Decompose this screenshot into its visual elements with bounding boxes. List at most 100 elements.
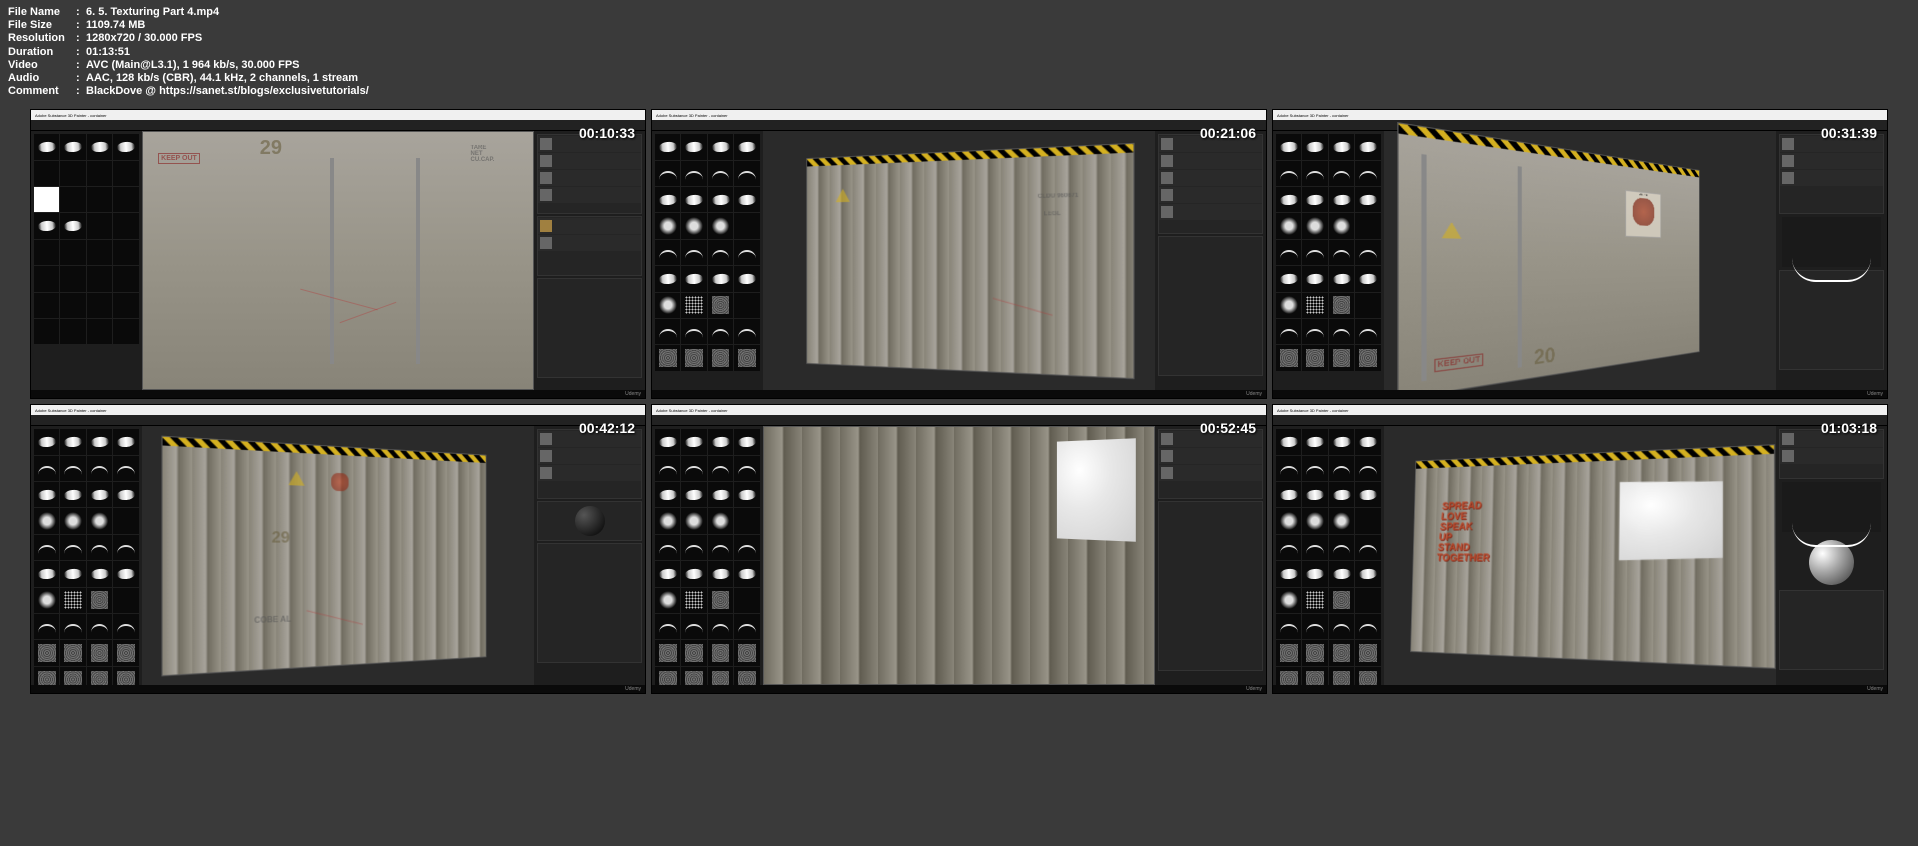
brush-icon — [87, 640, 112, 665]
brush-icon — [113, 482, 138, 507]
viewport: AREA 51 KEEP OUT 20 — [1384, 131, 1777, 390]
brush-icon — [734, 482, 759, 507]
brush-icon — [1276, 134, 1301, 159]
brush-icon — [113, 456, 138, 481]
brush-icon — [655, 535, 680, 560]
brush-icon — [655, 134, 680, 159]
thumbnail-4: Adobe Substance 3D Painter - container — [30, 404, 646, 694]
viewport: KEEP OUT 29 TARE NET CU.CAP. — [142, 131, 535, 390]
brush-icon — [655, 293, 680, 318]
brush-icon — [1302, 187, 1327, 212]
hazard-stripe — [1416, 445, 1774, 469]
graffiti-scratch — [300, 289, 378, 311]
brush-icon — [734, 266, 759, 291]
brush-icon — [681, 640, 706, 665]
brush-icon — [1302, 614, 1327, 639]
brush-icon — [1276, 456, 1301, 481]
brush-icon — [1329, 213, 1354, 238]
assets-panel — [31, 131, 142, 390]
brush-icon — [1355, 588, 1380, 613]
brush-icon — [60, 213, 85, 238]
brush-icon — [655, 187, 680, 212]
brush-icon — [734, 640, 759, 665]
brush-icon — [87, 535, 112, 560]
brush-icon — [1276, 482, 1301, 507]
warning-triangle-icon — [836, 188, 850, 202]
brush-icon — [734, 319, 759, 344]
brush-icon — [655, 561, 680, 586]
brush-icon — [655, 240, 680, 265]
brush-icon — [87, 266, 112, 291]
brush-icon — [87, 319, 112, 344]
watermark: Udemy — [625, 686, 641, 692]
brush-icon — [1355, 293, 1380, 318]
brush-icon — [34, 293, 59, 318]
flag-decal — [1619, 481, 1723, 560]
brush-icon — [34, 429, 59, 454]
hazard-stripe — [807, 144, 1133, 167]
brush-icon — [113, 161, 138, 186]
brush-icon — [34, 535, 59, 560]
decal-code: CLDU 960671 — [1038, 192, 1079, 199]
brush-icon — [1302, 134, 1327, 159]
properties-panel — [534, 131, 645, 390]
brush-icon — [1276, 213, 1301, 238]
watermark: Udemy — [1867, 686, 1883, 692]
brush-icon — [681, 614, 706, 639]
brush-icon — [1355, 482, 1380, 507]
brush-icon — [655, 161, 680, 186]
brush-icon — [1276, 187, 1301, 212]
hazard-stripe — [163, 436, 486, 462]
brush-icon — [34, 134, 59, 159]
brush-icon — [734, 161, 759, 186]
brush-icon — [708, 319, 733, 344]
brush-icon — [681, 187, 706, 212]
viewport: CLDU 960671 LEGL — [763, 131, 1156, 390]
brush-icon — [655, 319, 680, 344]
brush-icon — [1302, 535, 1327, 560]
decal-cobe: COBE AL — [254, 614, 291, 625]
thumbnail-6: Adobe Substance 3D Painter - container — [1272, 404, 1888, 694]
brush-icon — [87, 213, 112, 238]
flag-decal — [1057, 438, 1136, 542]
brush-icon — [87, 161, 112, 186]
app-title: Adobe Substance 3D Painter - container — [656, 113, 728, 118]
brush-icon — [1329, 482, 1354, 507]
brush-icon — [1355, 508, 1380, 533]
duration-value: 01:13:51 — [86, 46, 130, 59]
brush-icon — [34, 640, 59, 665]
brush-icon — [681, 482, 706, 507]
brush-icon — [87, 134, 112, 159]
warning-triangle-icon — [1442, 222, 1461, 239]
brush-icon — [1276, 588, 1301, 613]
brush-icon — [1302, 266, 1327, 291]
thumbnail-1: Adobe Substance 3D Painter - container — [30, 109, 646, 399]
brush-icon — [34, 161, 59, 186]
thumbnail-grid: Adobe Substance 3D Painter - container — [0, 104, 1918, 699]
properties-panel — [1155, 426, 1266, 685]
brush-icon — [113, 319, 138, 344]
resolution-value: 1280x720 / 30.000 FPS — [86, 32, 202, 45]
brush-icon — [681, 456, 706, 481]
app-title: Adobe Substance 3D Painter - container — [656, 408, 728, 413]
brush-icon — [113, 429, 138, 454]
brush-icon — [113, 508, 138, 533]
brush-icon — [1302, 588, 1327, 613]
timestamp: 00:10:33 — [579, 125, 635, 141]
brush-icon — [34, 319, 59, 344]
brush-icon — [681, 266, 706, 291]
brush-icon — [87, 482, 112, 507]
brush-icon — [708, 187, 733, 212]
audio-label: Audio — [8, 72, 76, 85]
brush-icon — [708, 293, 733, 318]
brush-icon — [60, 187, 85, 212]
decal-keepout: KEEP OUT — [158, 153, 200, 164]
brush-icon — [34, 482, 59, 507]
brush-icon — [734, 345, 759, 370]
brush-icon — [113, 213, 138, 238]
graffiti-scratch — [993, 297, 1053, 315]
brush-icon — [1355, 345, 1380, 370]
brush-icon — [734, 561, 759, 586]
brush-icon — [681, 508, 706, 533]
curve-editor — [1782, 217, 1881, 267]
